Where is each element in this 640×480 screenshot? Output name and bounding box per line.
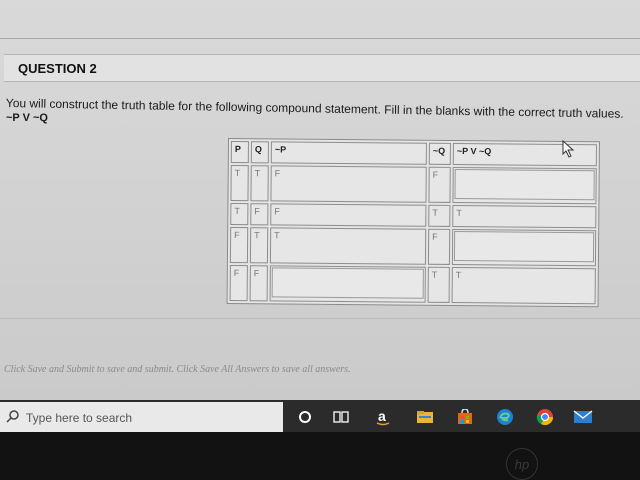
cell-result	[451, 228, 597, 267]
edge-icon[interactable]	[490, 404, 520, 430]
cell-q: F	[250, 203, 269, 226]
question-title: QUESTION 2	[18, 61, 97, 76]
truth-table: P Q ~P ~Q ~P V ~Q T T F F T F F T T F T …	[226, 138, 600, 308]
cell-not-p: F	[270, 165, 427, 203]
cell-result: T	[452, 204, 597, 229]
header-not-q: ~Q	[428, 142, 451, 165]
answer-blank[interactable]	[453, 230, 595, 263]
table-row: T T F F	[230, 165, 597, 205]
cell-p: F	[229, 265, 248, 302]
chrome-icon[interactable]	[530, 404, 560, 430]
table-row: F T T F	[229, 227, 597, 267]
divider	[0, 318, 640, 319]
cell-not-p	[269, 265, 426, 303]
header-p: P	[230, 141, 249, 164]
cell-p: T	[230, 165, 249, 202]
cell-q: F	[249, 265, 268, 302]
svg-text:a: a	[378, 408, 386, 424]
cell-not-q: T	[428, 204, 451, 227]
table-header-row: P Q ~P ~Q ~P V ~Q	[230, 141, 597, 167]
search-input[interactable]: Type here to search	[26, 411, 132, 425]
cell-not-q: F	[428, 166, 451, 203]
laptop-bezel	[0, 432, 640, 480]
mail-icon[interactable]	[568, 404, 598, 430]
cell-not-q: T	[427, 266, 450, 303]
file-explorer-icon[interactable]	[410, 404, 440, 430]
compound-statement: ~P V ~Q	[6, 112, 48, 124]
divider	[0, 38, 640, 39]
answer-blank[interactable]	[271, 267, 424, 299]
cell-not-p: F	[270, 203, 427, 227]
cell-q: T	[249, 227, 269, 264]
header-q: Q	[250, 141, 269, 164]
cell-not-q: F	[427, 228, 451, 265]
save-instructions: Click Save and Submit to save and submit…	[4, 364, 351, 375]
screen: QUESTION 2 You will construct the truth …	[0, 0, 640, 430]
task-view-icon[interactable]	[326, 404, 356, 430]
mouse-cursor-icon	[562, 140, 575, 158]
table-row: T F F T T	[230, 203, 597, 229]
cell-p: F	[229, 227, 249, 264]
amazon-icon[interactable]: a	[368, 404, 398, 430]
cell-p: T	[230, 203, 249, 226]
answer-blank[interactable]	[454, 168, 595, 201]
search-icon	[6, 410, 19, 423]
cell-q: T	[250, 165, 269, 202]
header-not-p: ~P	[270, 141, 427, 165]
store-icon[interactable]	[450, 404, 480, 430]
cell-result	[452, 166, 597, 205]
cell-result: T	[451, 266, 596, 305]
question-prompt: You will construct the truth table for t…	[5, 96, 624, 121]
cell-not-p: T	[269, 227, 427, 265]
cortana-icon[interactable]	[290, 404, 320, 430]
question-header	[4, 54, 640, 82]
table-row: F F T T	[229, 265, 596, 305]
hp-logo: hp	[506, 448, 538, 480]
